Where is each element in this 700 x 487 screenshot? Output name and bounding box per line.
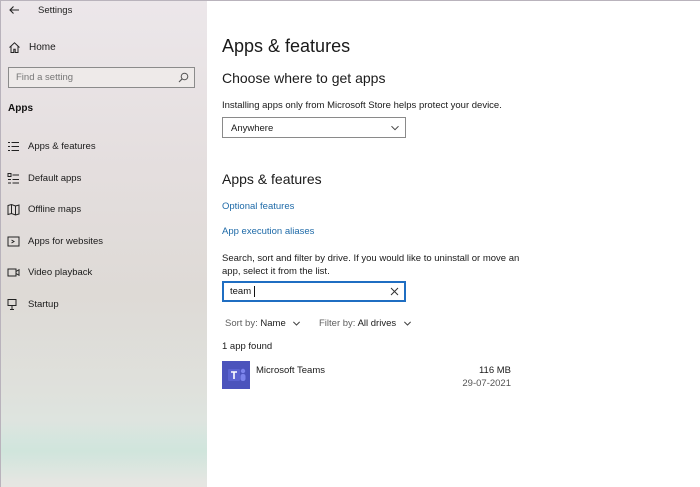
- search-description-line2: app, select it from the list.: [222, 266, 330, 277]
- list-item[interactable]: Microsoft Teams 116 MB 29-07-2021: [222, 359, 512, 391]
- sort-value: Name: [260, 318, 286, 329]
- sidebar-item-apps-for-websites[interactable]: Apps for websites: [1, 230, 207, 254]
- find-setting-search[interactable]: [8, 67, 195, 88]
- sidebar-item-offline-maps[interactable]: Offline maps: [1, 198, 207, 222]
- sidebar-backdrop: [1, 421, 207, 481]
- sidebar-item-label: Apps for websites: [28, 236, 103, 247]
- video-icon: [7, 268, 20, 277]
- sidebar-item-default-apps[interactable]: Default apps: [1, 167, 207, 191]
- text-cursor: [254, 286, 255, 297]
- choose-apps-heading: Choose where to get apps: [222, 70, 386, 86]
- default-apps-icon: [7, 173, 19, 184]
- back-arrow-icon[interactable]: [7, 3, 21, 17]
- app-name: Microsoft Teams: [256, 365, 325, 376]
- sidebar-item-label: Video playback: [28, 267, 93, 278]
- app-source-dropdown[interactable]: Anywhere: [222, 117, 406, 138]
- sidebar-section-heading: Apps: [8, 103, 33, 114]
- main-content: Apps & features Choose where to get apps…: [207, 1, 700, 487]
- chevron-down-icon: [403, 321, 411, 326]
- sidebar-item-label: Apps & features: [28, 141, 96, 152]
- sidebar-item-label: Home: [29, 42, 56, 53]
- window-title: Settings: [38, 5, 73, 16]
- sidebar-item-startup[interactable]: Startup: [1, 293, 207, 317]
- sidebar-item-label: Offline maps: [28, 204, 82, 215]
- result-count: 1 app found: [222, 341, 273, 352]
- choose-apps-description: Installing apps only from Microsoft Stor…: [222, 100, 502, 111]
- page-title: Apps & features: [222, 36, 351, 56]
- close-icon[interactable]: [390, 287, 399, 296]
- app-size: 116 MB: [478, 365, 511, 376]
- chevron-down-icon: [293, 321, 301, 326]
- title-bar: Settings: [1, 1, 207, 21]
- filter-label: Filter by:: [319, 318, 356, 329]
- filter-value: All drives: [357, 318, 397, 329]
- filter-by-dropdown[interactable]: Filter by: All drives: [319, 318, 412, 329]
- app-install-date: 29-07-2021: [462, 378, 511, 389]
- search-icon[interactable]: [178, 72, 189, 83]
- search-description-line1: Search, sort and filter by drive. If you…: [222, 253, 520, 264]
- sidebar-item-apps-features[interactable]: Apps & features: [1, 135, 207, 159]
- teams-icon: [222, 361, 250, 389]
- website-icon: [7, 236, 20, 247]
- sidebar-item-label: Default apps: [28, 173, 82, 184]
- home-icon: [9, 42, 20, 53]
- sidebar-item-label: Startup: [28, 299, 59, 310]
- find-setting-input[interactable]: [9, 68, 175, 87]
- app-search-input[interactable]: [224, 283, 384, 300]
- list-icon: [8, 142, 19, 151]
- sidebar: Settings Home Apps Apps & features: [1, 1, 207, 487]
- sidebar-item-video-playback[interactable]: Video playback: [1, 261, 207, 285]
- app-execution-aliases-link[interactable]: App execution aliases: [222, 226, 314, 237]
- map-icon: [7, 203, 20, 216]
- sort-by-dropdown[interactable]: Sort by: Name: [225, 318, 301, 329]
- app-search-field[interactable]: [222, 281, 406, 302]
- dropdown-value: Anywhere: [231, 123, 274, 134]
- apps-features-heading: Apps & features: [222, 171, 322, 187]
- sidebar-item-home[interactable]: Home: [1, 37, 207, 59]
- startup-icon: [7, 299, 17, 310]
- chevron-down-icon: [391, 125, 399, 131]
- settings-window: Settings Home Apps Apps & features: [0, 0, 700, 487]
- sort-label: Sort by:: [225, 318, 258, 329]
- optional-features-link[interactable]: Optional features: [222, 201, 294, 212]
